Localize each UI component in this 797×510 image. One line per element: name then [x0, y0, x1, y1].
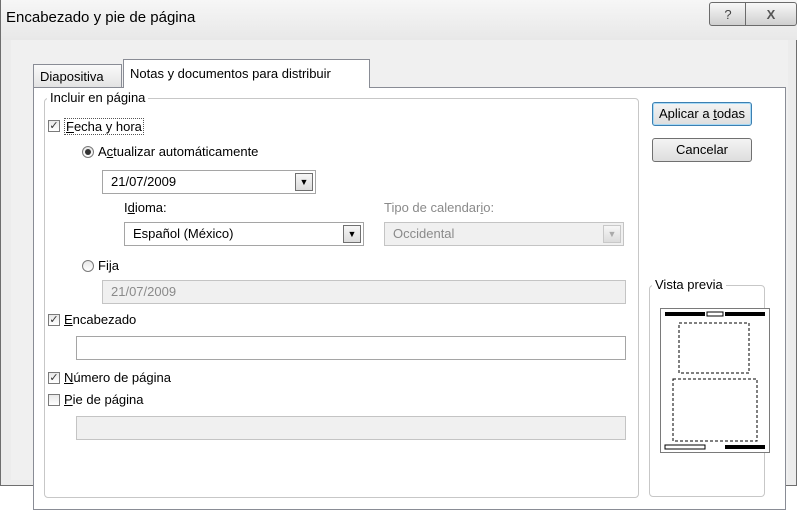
- checkmark-icon: ✓: [49, 372, 59, 384]
- calendar-type-label: Tipo de calendario:: [384, 200, 495, 215]
- cancel-button[interactable]: Cancelar: [652, 138, 752, 162]
- tab-diapositiva[interactable]: Diapositiva: [33, 64, 122, 87]
- fixed-label[interactable]: Fija: [98, 258, 119, 273]
- date-time-checkbox[interactable]: ✓: [48, 120, 60, 132]
- auto-date-select[interactable]: 21/07/2009 ▼: [102, 170, 316, 194]
- language-label: Idioma:: [124, 200, 167, 215]
- calendar-type-select: Occidental ▼: [384, 222, 624, 246]
- fixed-date-field: 21/07/2009: [102, 280, 626, 304]
- chevron-down-icon: ▼: [603, 225, 621, 243]
- preview-legend: Vista previa: [652, 277, 726, 292]
- date-time-label[interactable]: Fecha y hora: [64, 118, 144, 135]
- preview-layout-icon: [664, 311, 765, 450]
- footer-label[interactable]: Pie de página: [64, 392, 144, 407]
- checkmark-icon: ✓: [49, 120, 59, 132]
- footer-checkbox[interactable]: [48, 394, 60, 406]
- auto-update-label[interactable]: Actualizar automáticamente: [98, 144, 258, 159]
- page-number-checkbox[interactable]: ✓: [48, 372, 60, 384]
- tab-notas-documentos[interactable]: Notas y documentos para distribuir: [123, 59, 370, 88]
- radio-dot-icon: [85, 149, 91, 155]
- fixed-radio[interactable]: [82, 260, 94, 272]
- page-number-label[interactable]: Número de página: [64, 370, 171, 385]
- header-checkbox[interactable]: ✓: [48, 314, 60, 326]
- chevron-down-icon: ▼: [343, 225, 361, 243]
- header-label[interactable]: Encabezado: [64, 312, 136, 327]
- window-title: Encabezado y pie de página: [6, 9, 196, 26]
- header-input[interactable]: [76, 336, 626, 360]
- auto-update-radio[interactable]: [82, 146, 94, 158]
- include-group-legend: Incluir en página: [47, 90, 149, 105]
- help-button[interactable]: ?: [709, 2, 747, 26]
- title-bar: Encabezado y pie de página ? X: [1, 0, 797, 40]
- preview-thumbnail: [660, 308, 770, 453]
- footer-input: [76, 416, 626, 440]
- chevron-down-icon: ▼: [295, 173, 313, 191]
- checkmark-icon: ✓: [49, 314, 59, 326]
- language-select[interactable]: Español (México) ▼: [124, 222, 364, 246]
- apply-all-button[interactable]: Aplicar a todas: [652, 102, 752, 126]
- close-button[interactable]: X: [745, 2, 797, 26]
